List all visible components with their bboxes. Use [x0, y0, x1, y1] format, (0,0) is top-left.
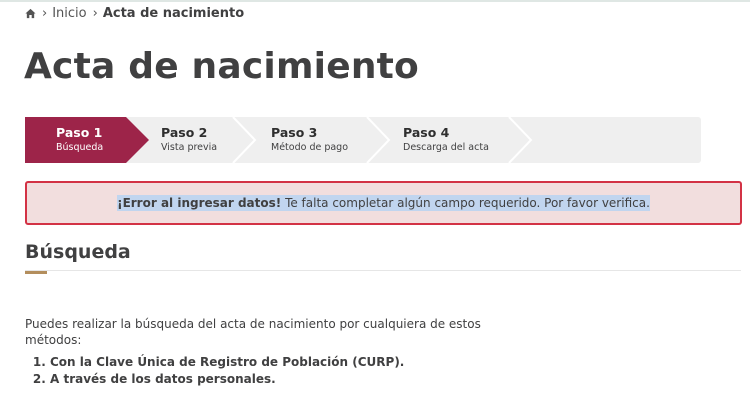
alert-strong: ¡Error al ingresar datos! — [117, 196, 282, 210]
alert-message: Te falta completar algún campo requerido… — [281, 196, 650, 210]
step-separator — [508, 117, 533, 163]
step-metodo-de-pago[interactable]: Paso 3 Método de pago — [271, 126, 348, 155]
home-icon[interactable] — [25, 8, 36, 19]
step-subtitle: Búsqueda — [56, 142, 104, 153]
step-subtitle: Descarga del acta — [403, 142, 489, 153]
step-title: Paso 1 — [56, 125, 103, 140]
step-busqueda[interactable]: Paso 1 Búsqueda — [56, 126, 103, 155]
step-title: Paso 2 — [161, 125, 208, 140]
section-divider — [25, 270, 741, 271]
breadcrumb-link-inicio[interactable]: Inicio — [52, 6, 86, 21]
methods-list: Con la Clave Única de Registro de Poblac… — [25, 354, 404, 388]
stepper-chevrons — [25, 117, 533, 163]
chevron-right-icon: › — [42, 5, 48, 21]
step-subtitle: Método de pago — [271, 142, 349, 153]
step-vista-previa[interactable]: Paso 2 Vista previa — [161, 126, 217, 155]
error-alert: ¡Error al ingresar datos! Te falta compl… — [25, 181, 742, 225]
list-item-curp: Con la Clave Única de Registro de Poblac… — [50, 354, 404, 371]
step-title: Paso 3 — [271, 125, 318, 140]
step-descarga-del-acta[interactable]: Paso 4 Descarga del acta — [403, 126, 489, 155]
alert-text: ¡Error al ingresar datos! Te falta compl… — [117, 195, 650, 211]
section-title: Búsqueda — [25, 241, 131, 263]
step-separator — [232, 117, 257, 163]
step-subtitle: Vista previa — [161, 142, 218, 153]
stepper: Paso 1 Búsqueda Paso 2 Vista previa Paso… — [25, 117, 701, 163]
breadcrumb: › Inicio › Acta de nacimiento — [25, 5, 250, 21]
breadcrumb-current: Acta de nacimiento — [102, 5, 245, 21]
list-item-datos-personales: A través de los datos personales. — [50, 371, 404, 388]
intro-text: Puedes realizar la búsqueda del acta de … — [25, 317, 481, 347]
step-title: Paso 4 — [403, 125, 450, 140]
chevron-right-icon: › — [92, 5, 98, 21]
section-accent-bar — [25, 271, 47, 274]
step-separator — [366, 117, 391, 163]
page-title: Acta de nacimiento — [24, 46, 419, 87]
top-border — [0, 0, 750, 2]
